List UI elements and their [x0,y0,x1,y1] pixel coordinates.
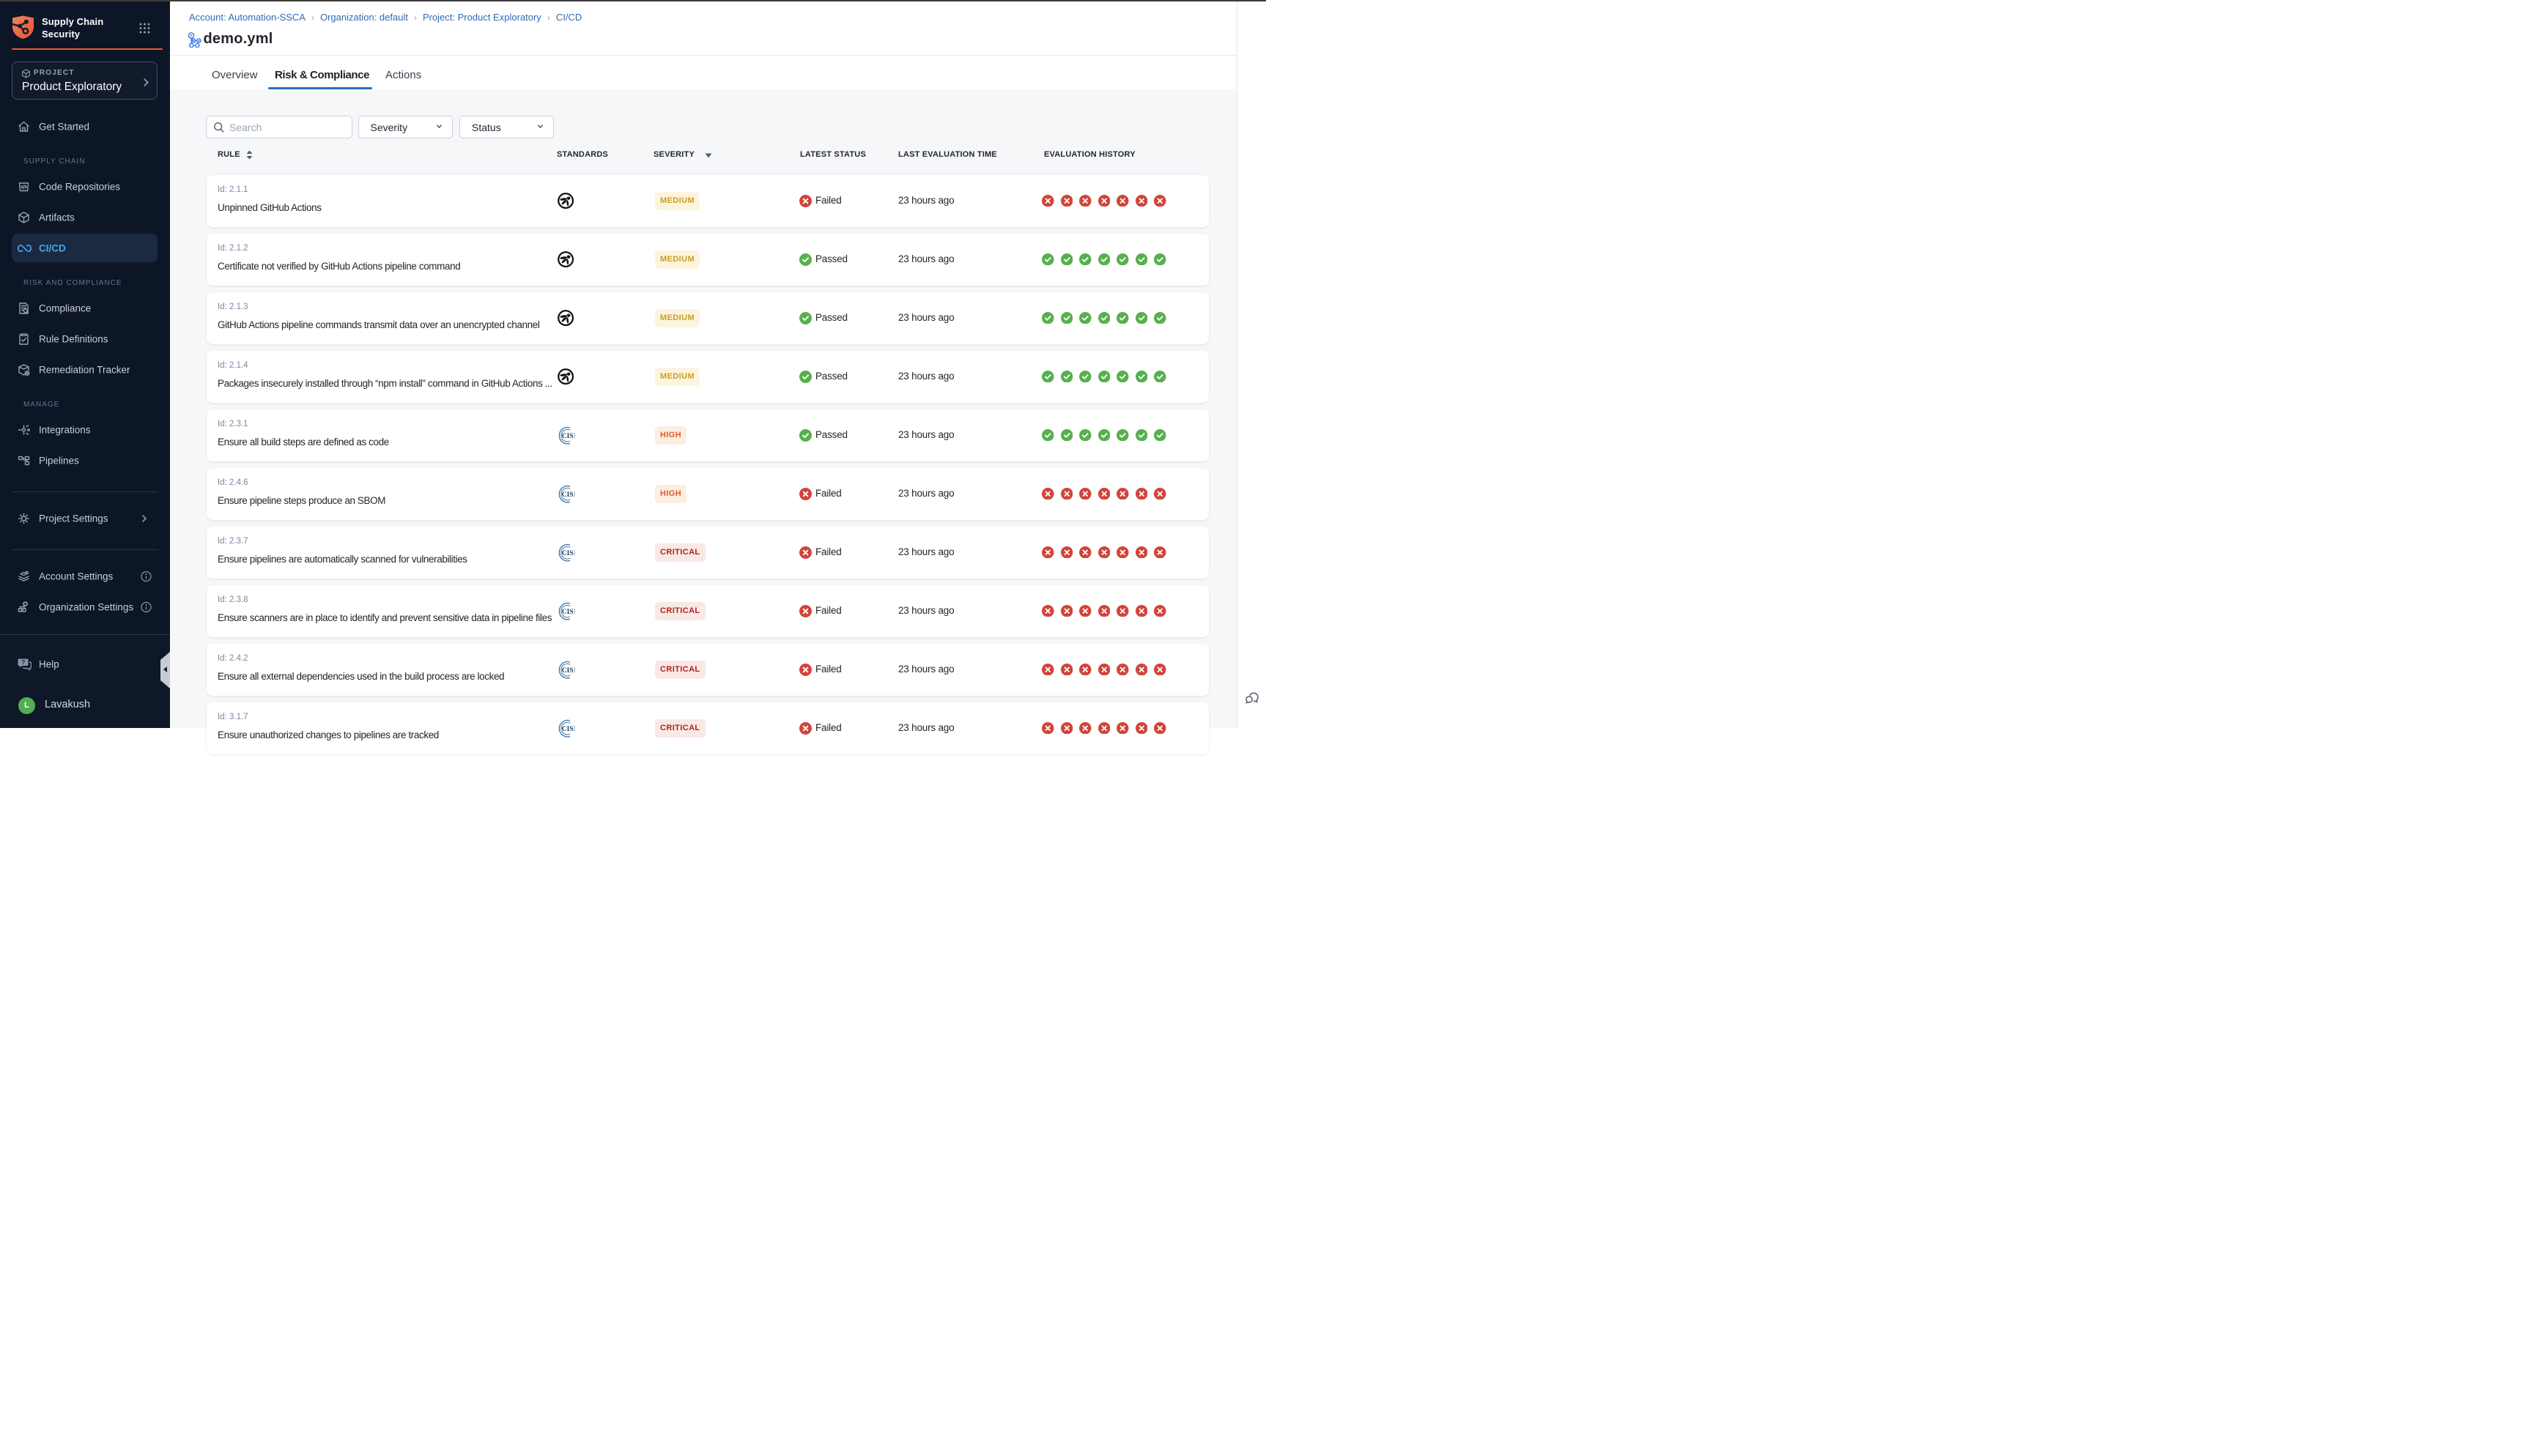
svg-text:?: ? [21,658,25,666]
